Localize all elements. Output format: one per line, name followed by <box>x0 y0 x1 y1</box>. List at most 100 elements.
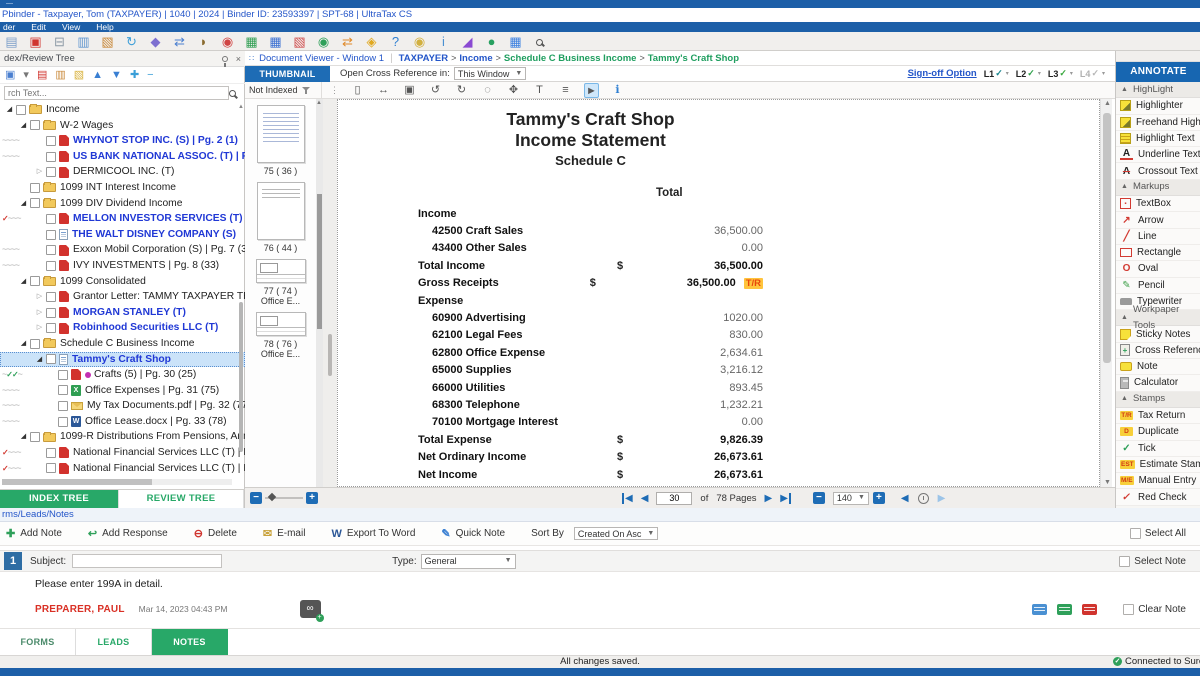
pin-icon[interactable] <box>222 56 228 62</box>
annotate-tool-underline-text[interactable]: Underline Text <box>1116 147 1200 163</box>
tax-calendar-icon[interactable]: ▦ <box>268 34 283 49</box>
new-document-icon[interactable]: ▤ <box>4 34 19 49</box>
zoom-in-button[interactable]: + <box>873 492 885 504</box>
annotate-tool-textbox[interactable]: TextBox <box>1116 196 1200 212</box>
tab-forms[interactable]: FORMS <box>0 629 76 656</box>
pointer-icon[interactable]: ► <box>584 83 599 98</box>
tree-checkbox[interactable] <box>58 370 68 380</box>
tree-checkbox[interactable] <box>30 432 40 442</box>
tab-review-tree[interactable]: REVIEW TREE <box>118 490 244 508</box>
tree-checkbox[interactable] <box>30 120 40 130</box>
binder-folder-icon[interactable]: ▧ <box>292 34 307 49</box>
scroll-up-icon[interactable]: ▲ <box>238 104 244 110</box>
scroll-down-icon[interactable]: ▼ <box>1104 479 1111 486</box>
rotate-left-icon[interactable]: ↺ <box>428 83 443 98</box>
export-word-button[interactable]: WExport To Word <box>331 528 415 540</box>
outline-icon[interactable]: ≡ <box>558 83 573 98</box>
tree-item[interactable]: ◢1099-R Distributions From Pensions, Ann… <box>0 429 245 445</box>
annotate-tool-highlighter[interactable]: Highlighter <box>1116 98 1200 114</box>
annotate-tool-line[interactable]: Line <box>1116 229 1200 245</box>
pan-icon[interactable]: ✥ <box>506 83 521 98</box>
annotate-tool-tick[interactable]: Tick <box>1116 441 1200 457</box>
expander-icon[interactable]: ◢ <box>18 118 29 134</box>
link-attachment-icon[interactable]: ∞ <box>300 600 321 618</box>
page-thumbnail[interactable]: 75 ( 36 ) <box>245 105 316 176</box>
tree-item[interactable]: ◢Schedule C Business Income <box>0 336 245 352</box>
annotate-tool-rectangle[interactable]: Rectangle <box>1116 245 1200 261</box>
expander-icon[interactable]: ◢ <box>18 336 29 352</box>
tree-item[interactable]: ◢1099 DIV Dividend Income <box>0 196 245 212</box>
tree-checkbox[interactable] <box>58 401 68 411</box>
pdf-export-icon[interactable]: ▣ <box>28 34 43 49</box>
tree-checkbox[interactable] <box>46 448 56 458</box>
thumbnail-image[interactable] <box>256 259 306 283</box>
move-down-icon[interactable]: ▼ <box>111 69 122 82</box>
last-page-button[interactable]: ▶ <box>780 493 791 504</box>
annotate-section-highlight[interactable]: ▲HighLight <box>1116 82 1200 98</box>
expander-icon[interactable]: ◢ <box>18 274 29 290</box>
thumbnail-scrollbar[interactable]: ▲ <box>316 99 323 487</box>
expand-tree-icon[interactable]: ▣ <box>5 69 15 82</box>
tree-item[interactable]: ✓~~~National Financial Services LLC (T) … <box>0 445 245 461</box>
import-icon[interactable]: ◗ <box>196 34 211 49</box>
subject-input[interactable] <box>72 554 222 568</box>
tab-index-tree[interactable]: INDEX TREE <box>0 490 118 508</box>
user-icon[interactable]: ◉ <box>412 34 427 49</box>
tree-checkbox[interactable] <box>46 152 56 162</box>
tab-notes[interactable]: NOTES <box>152 629 228 656</box>
tree-item[interactable]: ▷DERMICOOL INC. (T) <box>0 164 245 180</box>
annotate-header[interactable]: ANNOTATE <box>1116 62 1200 82</box>
chevron-down-icon[interactable]: ▾ <box>1038 70 1041 77</box>
checklist-icon[interactable]: ▤ <box>37 69 47 82</box>
tree-item[interactable]: ~~~~My Tax Documents.pdf | Pg. 32 (77) <box>0 398 245 414</box>
sort-by-select[interactable]: Created On Asc▼ <box>574 527 658 540</box>
annotate-tool-oval[interactable]: Oval <box>1116 261 1200 277</box>
tree-item[interactable]: ▷MORGAN STANLEY (T) <box>0 305 245 321</box>
tree-item[interactable]: ✓~~~National Financial Services LLC (T) … <box>0 461 245 476</box>
add-response-icon[interactable] <box>1057 604 1072 615</box>
expander-icon[interactable]: ▷ <box>34 320 45 336</box>
search-icon[interactable] <box>532 34 547 49</box>
tree-item[interactable]: THE WALT DISNEY COMPANY (S) <box>0 227 245 243</box>
breadcrumb-item[interactable]: Income <box>459 53 492 64</box>
expander-icon[interactable]: ▷ <box>34 164 45 180</box>
expander-icon[interactable]: ◢ <box>18 429 29 445</box>
zoom-level-select[interactable]: 140 ▼ <box>833 492 869 505</box>
slider-track[interactable] <box>265 497 303 499</box>
page-thumbnail[interactable]: 76 ( 44 ) <box>245 182 316 253</box>
tree-item[interactable]: ◢1099 Consolidated <box>0 274 245 290</box>
apps-icon[interactable]: ▦ <box>508 34 523 49</box>
tree-checkbox[interactable] <box>46 167 56 177</box>
move-up-icon[interactable]: ▲ <box>92 69 103 82</box>
help-icon[interactable]: ? <box>388 34 403 49</box>
analytics-icon[interactable]: ◢ <box>460 34 475 49</box>
annotate-section-workpaper-tools[interactable]: ▲Workpaper Tools <box>1116 310 1200 326</box>
add-note-button[interactable]: ✚Add Note <box>6 527 62 540</box>
thumbnail-image[interactable] <box>256 312 306 336</box>
export-document-icon[interactable]: ▥ <box>76 34 91 49</box>
print-icon[interactable]: ⊟ <box>52 34 67 49</box>
annotate-tool-freehand-highlighter[interactable]: Freehand Highlighter <box>1116 115 1200 131</box>
add-response-button[interactable]: ↩Add Response <box>88 527 168 540</box>
annotate-tool-stamp-badge[interactable]: M/EManual Entry <box>1116 473 1200 489</box>
tree-checkbox[interactable] <box>58 385 68 395</box>
tree-checkbox[interactable] <box>46 463 56 473</box>
annotate-tool-red-check[interactable]: Red Check <box>1116 489 1200 505</box>
expander-icon[interactable]: ◢ <box>4 102 15 118</box>
tree-checkbox[interactable] <box>46 323 56 333</box>
annotate-tool-note[interactable]: Note <box>1116 359 1200 375</box>
type-select[interactable]: General ▼ <box>421 554 516 569</box>
annotate-tool-stamp-badge[interactable]: ESTEstimate Stamp <box>1116 457 1200 473</box>
annotate-tool-calculator[interactable]: Calculator <box>1116 375 1200 391</box>
tree-item[interactable]: ~~~~Office Lease.docx | Pg. 33 (78) <box>0 414 245 430</box>
sync-icon[interactable]: ↻ <box>124 34 139 49</box>
search-input[interactable] <box>4 86 229 100</box>
drag-handle-icon[interactable]: ∷ <box>249 54 253 63</box>
unlink-pages-icon[interactable]: − <box>147 69 153 82</box>
info-icon[interactable]: i <box>436 34 451 49</box>
annotate-section-markups[interactable]: ▲Markups <box>1116 180 1200 196</box>
slider-thumb[interactable] <box>268 493 276 501</box>
tree-item[interactable]: ~~~~US BANK NATIONAL ASSOC. (T) | Pg. 3 … <box>0 149 245 165</box>
signoff-level-l3[interactable]: L3✓▾ <box>1048 68 1073 79</box>
scrollbar-thumb[interactable] <box>2 479 152 485</box>
